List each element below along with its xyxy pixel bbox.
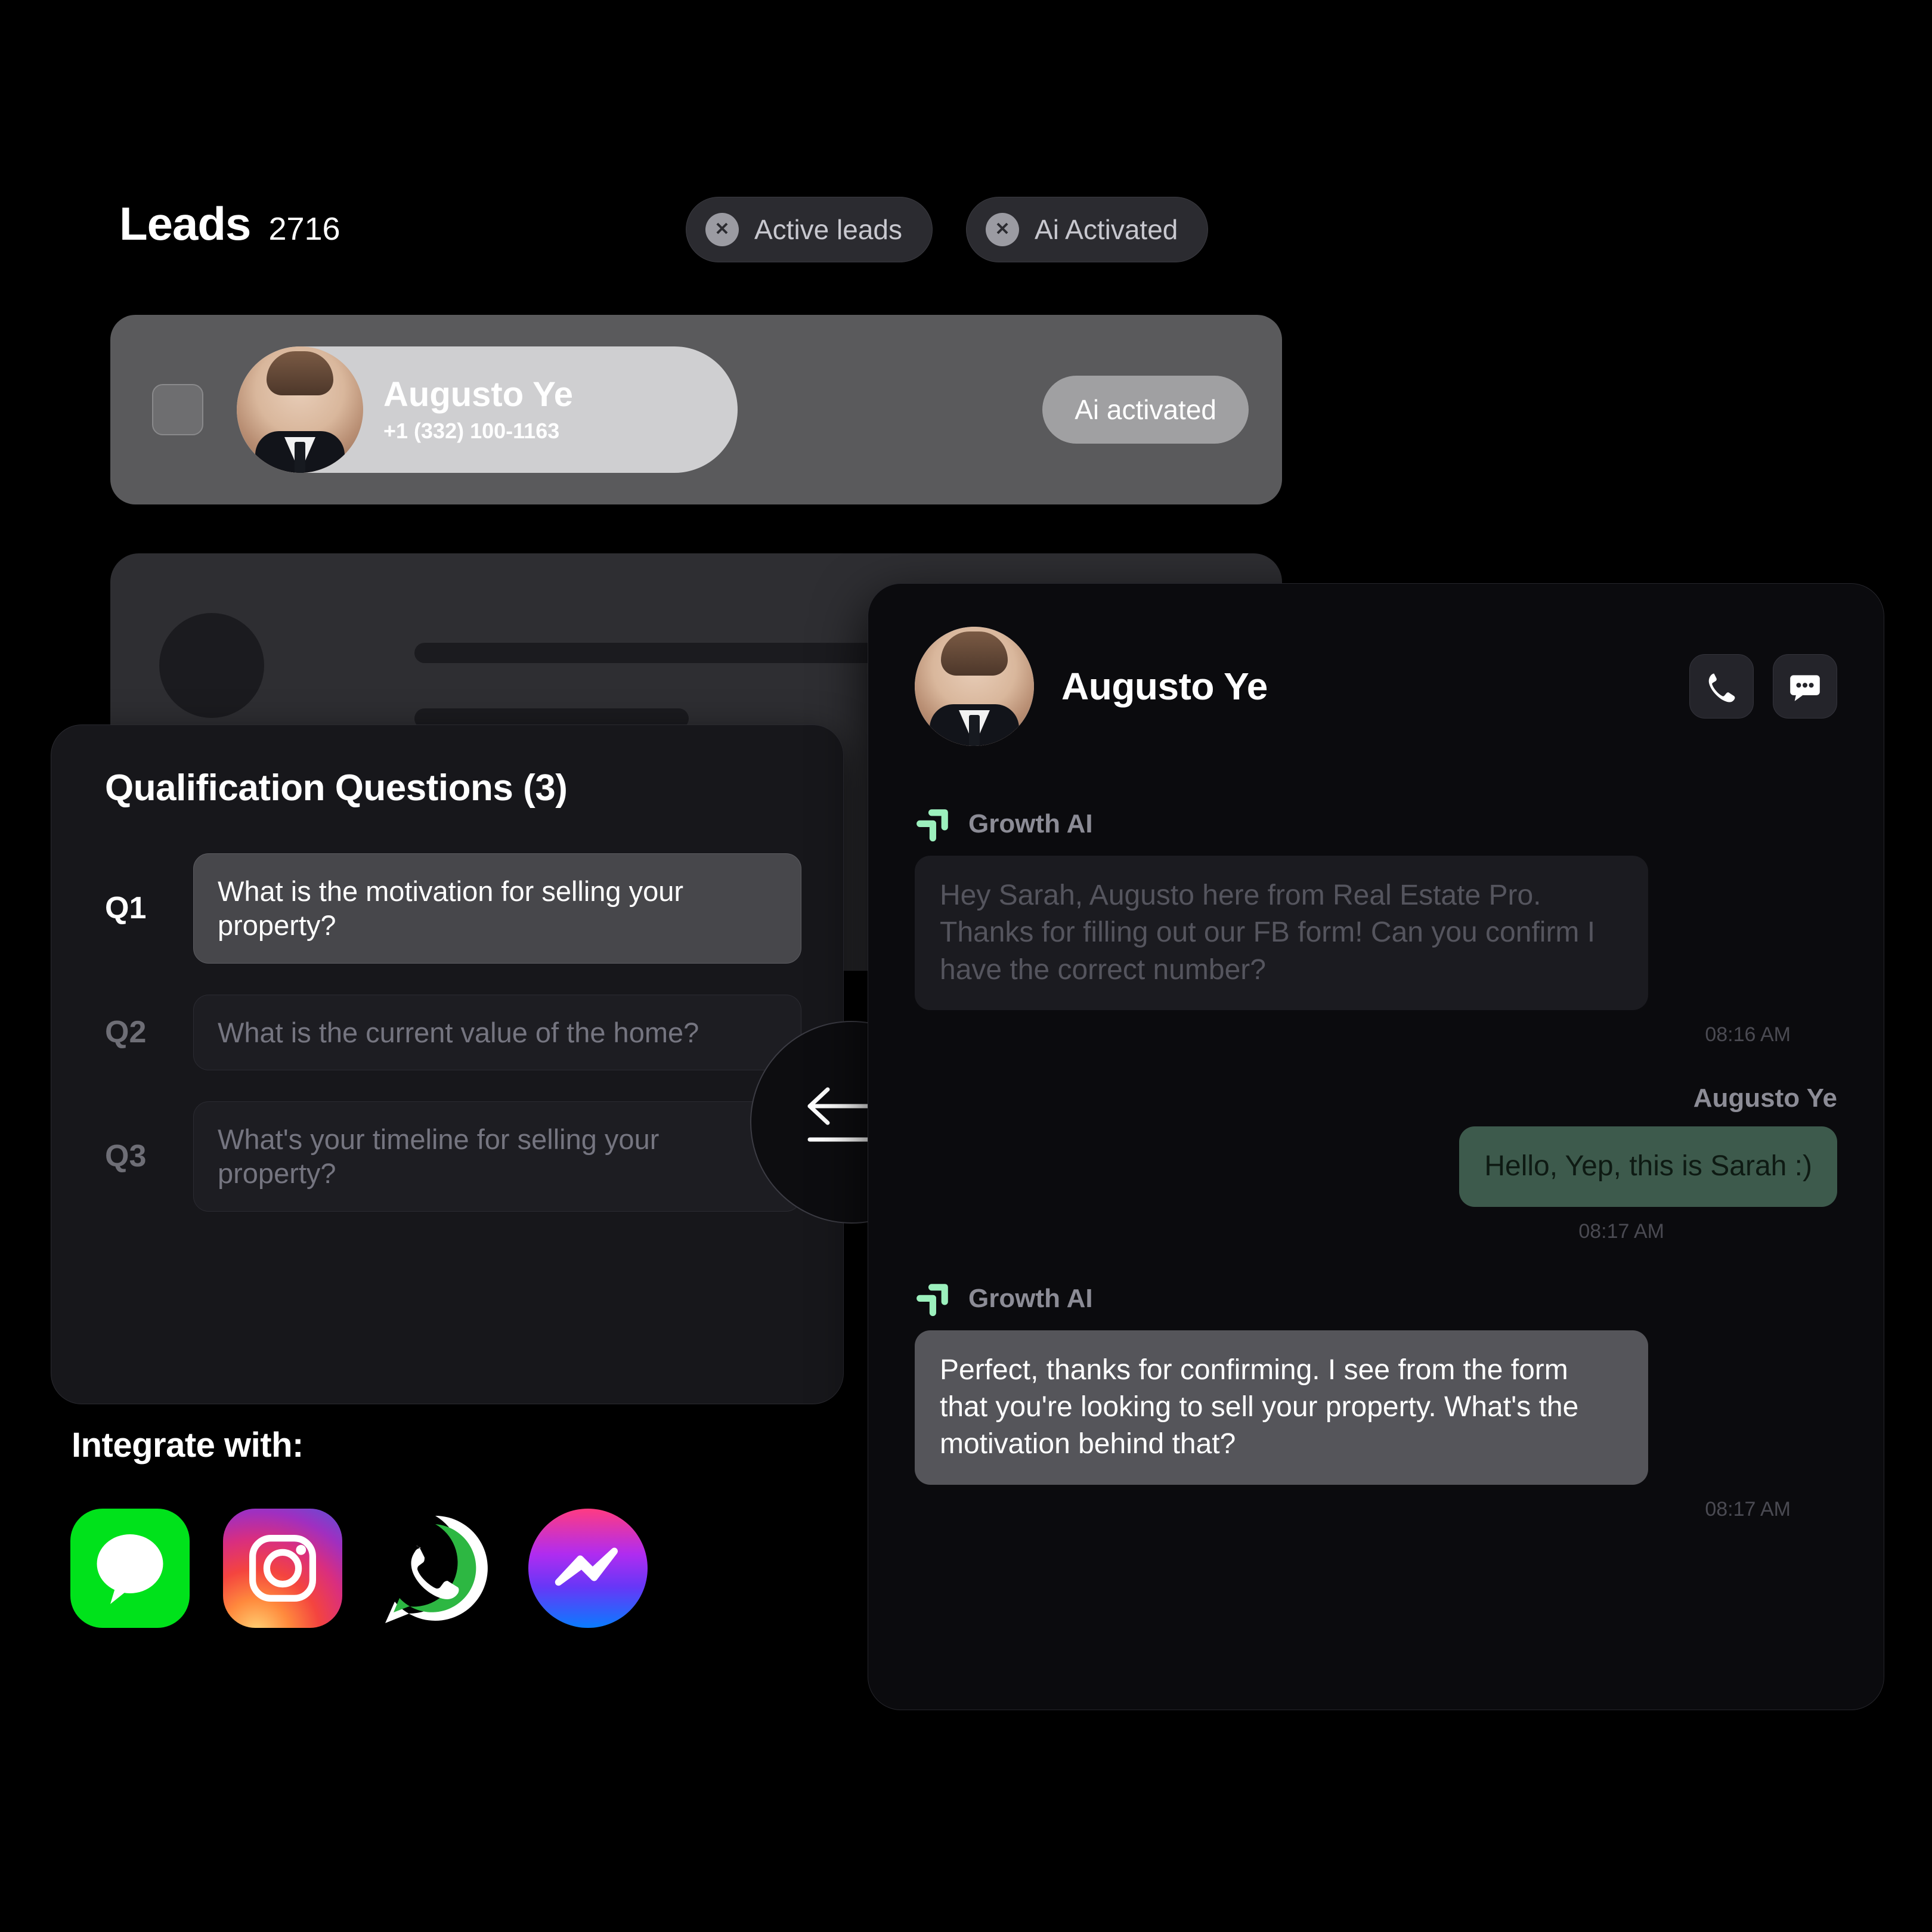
question-key: Q1 (105, 891, 147, 926)
lead-identity-pill[interactable]: Augusto Ye +1 (332) 100-1163 (237, 346, 738, 473)
chat-header: Augusto Ye (915, 627, 1837, 746)
message-sender: Growth AI (968, 1283, 1093, 1313)
filter-chip-ai-activated[interactable]: ✕ Ai Activated (966, 197, 1209, 262)
growth-ai-logo-icon (917, 809, 948, 842)
whatsapp-phone-icon (385, 1516, 488, 1623)
chat-bubble-icon (1790, 675, 1820, 701)
message-sender-line: Augusto Ye (1693, 1083, 1837, 1113)
qualification-panel-title: Qualification Questions (3) (105, 767, 568, 809)
chat-message: Growth AI Perfect, thanks for confirming… (915, 1280, 1837, 1521)
phone-icon (1708, 673, 1735, 702)
lead-select-checkbox[interactable] (152, 384, 203, 435)
question-input[interactable]: What is the motivation for selling your … (193, 853, 801, 964)
avatar (237, 346, 363, 473)
chat-panel: Augusto Ye Growth AI Hey Sarah, Augusto … (868, 583, 1884, 1710)
integration-icon-row (70, 1509, 648, 1628)
message-sender: Augusto Ye (1693, 1083, 1837, 1113)
filter-chip-active-leads[interactable]: ✕ Active leads (686, 197, 933, 262)
qualification-questions-panel: Qualification Questions (3) Q1 What is t… (51, 724, 844, 1404)
instagram-icon[interactable] (223, 1509, 342, 1628)
qualification-question-row[interactable]: Q2 What is the current value of the home… (105, 994, 801, 1070)
imessage-bubble-icon (97, 1534, 163, 1604)
chat-message: Augusto Ye Hello, Yep, this is Sarah :) … (915, 1083, 1837, 1243)
question-key: Q2 (105, 1015, 147, 1050)
lead-name: Augusto Ye (383, 374, 573, 414)
messenger-bolt-icon (555, 1547, 618, 1586)
filter-chip-group: ✕ Active leads ✕ Ai Activated (686, 197, 1209, 262)
lead-count: 2716 (268, 211, 340, 247)
message-bubble: Hello, Yep, this is Sarah :) (1459, 1126, 1837, 1207)
lead-row[interactable]: Augusto Ye +1 (332) 100-1163 Ai activate… (110, 315, 1282, 504)
instagram-camera-icon (249, 1535, 316, 1602)
status-badge[interactable]: Ai activated (1042, 376, 1249, 444)
messenger-icon[interactable] (528, 1509, 648, 1628)
message-sender-line: Growth AI (915, 806, 1093, 843)
lead-phone: +1 (332) 100-1163 (383, 419, 560, 444)
page-header: Leads 2716 (119, 197, 340, 251)
chat-message: Growth AI Hey Sarah, Augusto here from R… (915, 806, 1837, 1046)
close-icon[interactable]: ✕ (986, 213, 1020, 246)
message-timestamp: 08:17 AM (1578, 1219, 1664, 1243)
message-sender-line: Growth AI (915, 1280, 1093, 1317)
integrate-label: Integrate with: (72, 1426, 304, 1465)
question-key: Q3 (105, 1139, 147, 1174)
skeleton-avatar (159, 613, 264, 718)
imessage-icon[interactable] (70, 1509, 190, 1628)
message-bubble: Perfect, thanks for confirming. I see fr… (915, 1330, 1648, 1485)
message-timestamp: 08:17 AM (1705, 1497, 1791, 1521)
message-sender: Growth AI (968, 809, 1093, 838)
app-root: Leads 2716 ✕ Active leads ✕ Ai Activated… (0, 0, 1932, 1932)
chat-action-group (1689, 654, 1837, 719)
chat-message-list: Growth AI Hey Sarah, Augusto here from R… (915, 806, 1837, 1521)
message-bubble: Hey Sarah, Augusto here from Real Estate… (915, 856, 1648, 1011)
filter-chip-label: Active leads (754, 214, 903, 245)
avatar (915, 627, 1034, 746)
filter-chip-label: Ai Activated (1035, 214, 1178, 245)
growth-ai-logo-icon (917, 1283, 948, 1316)
page-title: Leads (119, 197, 251, 250)
question-input[interactable]: What's your timeline for selling your pr… (193, 1101, 801, 1212)
chat-contact-name: Augusto Ye (1061, 665, 1268, 708)
qualification-question-row[interactable]: Q3 What's your timeline for selling your… (105, 1101, 801, 1212)
qualification-question-list: Q1 What is the motivation for selling yo… (105, 853, 801, 1212)
message-button[interactable] (1773, 654, 1837, 719)
message-timestamp: 08:16 AM (1705, 1023, 1791, 1046)
whatsapp-icon[interactable] (376, 1509, 495, 1628)
call-button[interactable] (1689, 654, 1754, 719)
qualification-question-row[interactable]: Q1 What is the motivation for selling yo… (105, 853, 801, 964)
question-input[interactable]: What is the current value of the home? (193, 994, 801, 1070)
close-icon[interactable]: ✕ (705, 213, 739, 246)
